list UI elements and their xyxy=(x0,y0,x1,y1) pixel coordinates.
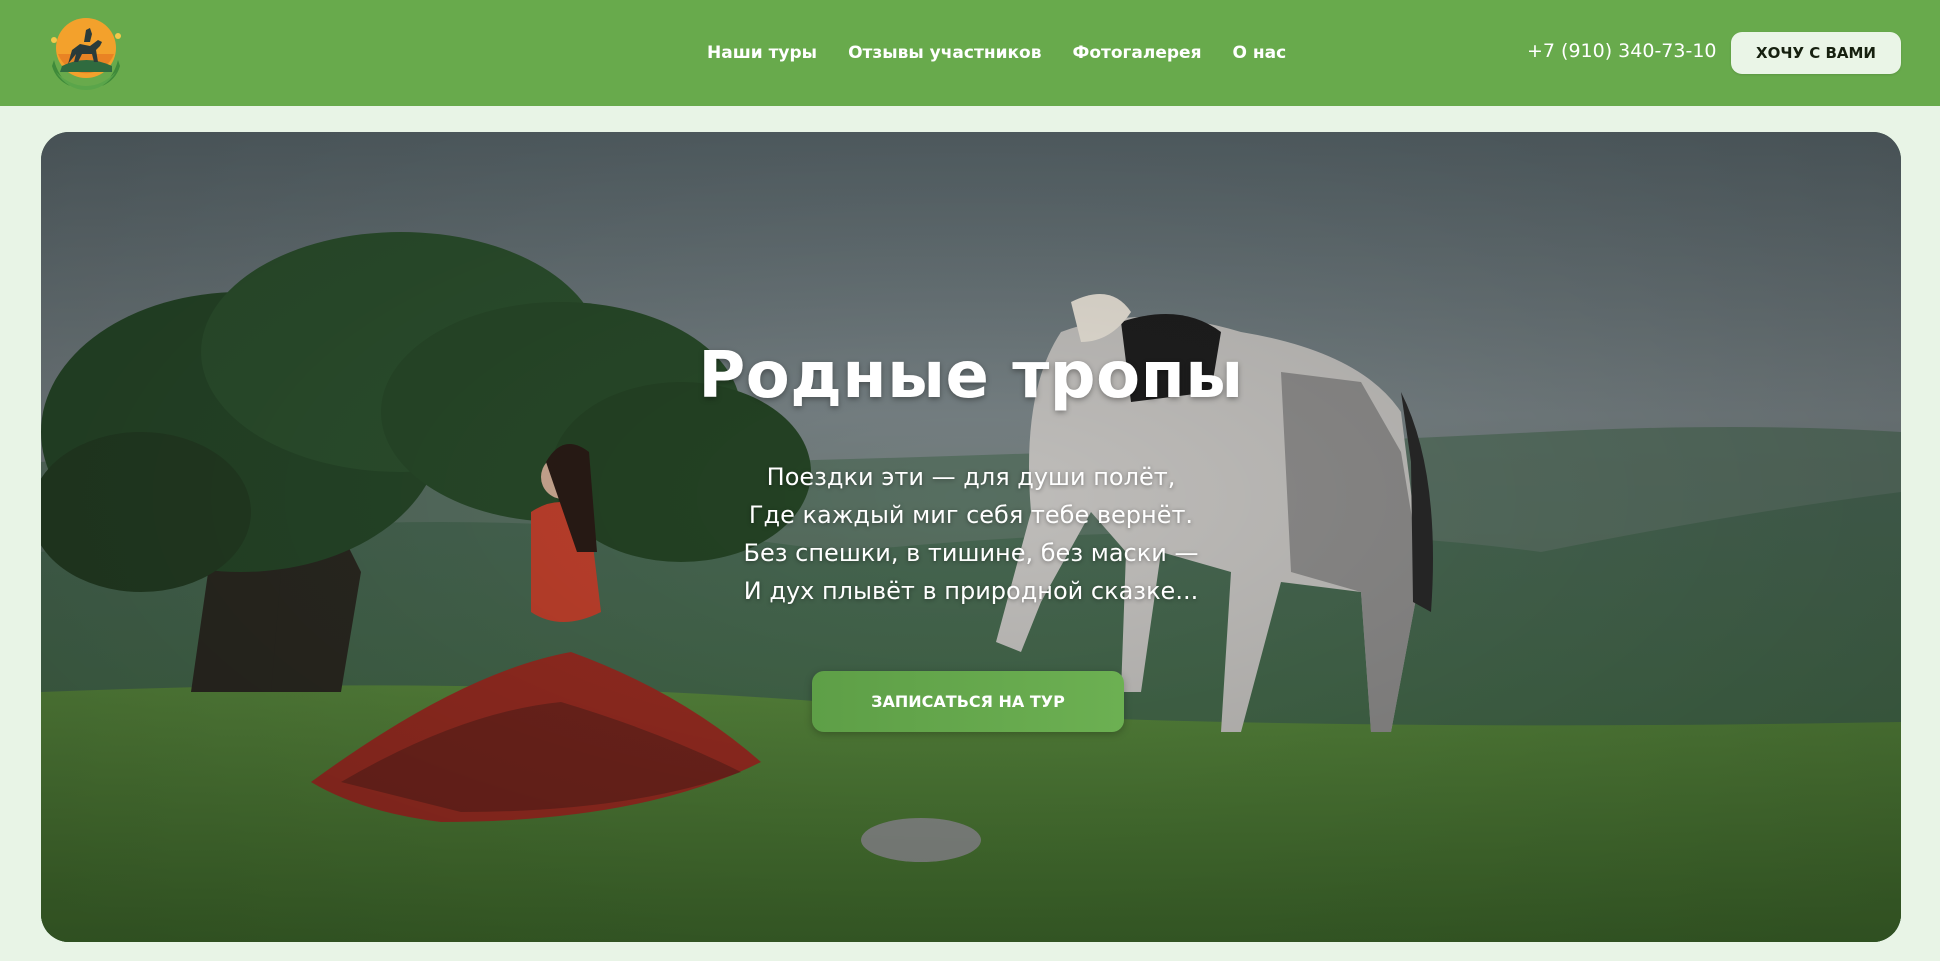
nav-link-about[interactable]: О нас xyxy=(1233,43,1287,63)
site-header: Наши туры Отзывы участников Фотогалерея … xyxy=(0,0,1940,106)
poem-line: Поездки эти — для души полёт, xyxy=(766,463,1176,491)
hero-poem: Поездки эти — для души полёт, Где каждый… xyxy=(41,458,1901,610)
nav-link-reviews[interactable]: Отзывы участников xyxy=(848,43,1041,63)
book-tour-button[interactable]: ЗАПИСАТЬСЯ НА ТУР xyxy=(812,671,1124,732)
horse-rider-sun-logo xyxy=(51,18,121,90)
poem-line: Где каждый миг себя тебе вернёт. xyxy=(748,501,1194,529)
poem-line: И дух плывёт в природной сказке... xyxy=(743,577,1199,605)
nav-link-gallery[interactable]: Фотогалерея xyxy=(1072,43,1201,63)
hero-title: Родные тропы xyxy=(698,339,1244,413)
phone-link[interactable]: +7 (910) 340-73-10 xyxy=(1527,40,1717,62)
main-nav: Наши туры Отзывы участников Фотогалерея … xyxy=(707,40,1317,66)
join-us-button[interactable]: ХОЧУ С ВАМИ xyxy=(1731,32,1901,74)
nav-link-tours[interactable]: Наши туры xyxy=(707,43,817,63)
hero-section: Родные тропы Поездки эти — для души полё… xyxy=(41,132,1901,942)
poem-line: Без спешки, в тишине, без маски — xyxy=(743,539,1199,567)
